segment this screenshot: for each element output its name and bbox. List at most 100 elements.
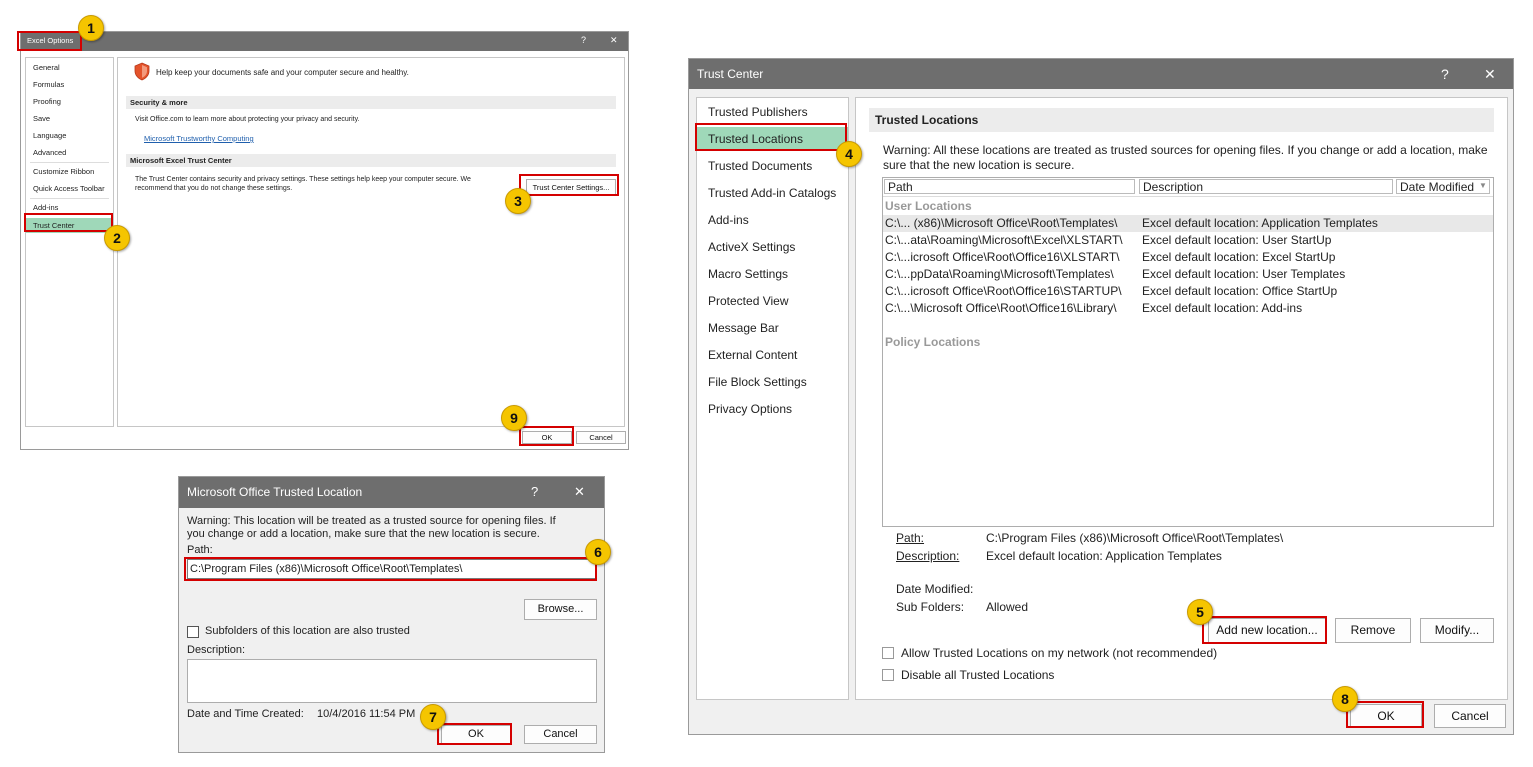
step-badge-7: 7 — [420, 704, 446, 730]
location-path: C:\...\Microsoft Office\Root\Office16\Li… — [885, 301, 1117, 315]
table-row[interactable]: C:\...ata\Roaming\Microsoft\Excel\XLSTAR… — [883, 232, 1493, 249]
path-input[interactable]: C:\Program Files (x86)\Microsoft Office\… — [187, 559, 597, 579]
nav-item-add-ins[interactable]: Add-ins — [697, 210, 848, 230]
header-text: Help keep your documents safe and your c… — [156, 68, 409, 77]
nav-item-external-content[interactable]: External Content — [697, 345, 848, 365]
disable-all-label: Disable all Trusted Locations — [901, 668, 1055, 682]
nav-item-formulas[interactable]: Formulas — [26, 78, 113, 92]
nav-item-save[interactable]: Save — [26, 112, 113, 126]
step-badge-8: 8 — [1332, 686, 1358, 712]
date-created-value: 10/4/2016 11:54 PM — [317, 708, 416, 720]
trust-center-title: Trust Center — [697, 67, 764, 81]
trusted-locations-section-title: Trusted Locations — [869, 108, 1494, 132]
section2-text-line2: recommend that you do not change these s… — [135, 185, 293, 192]
help-icon[interactable]: ? — [581, 35, 586, 45]
sort-dropdown-icon[interactable]: ▼ — [1479, 181, 1487, 190]
excel-options-ok-button[interactable]: OK — [522, 431, 572, 444]
nav-item-trusted-publishers[interactable]: Trusted Publishers — [697, 102, 848, 122]
nav-item-quick-access-toolbar[interactable]: Quick Access Toolbar — [26, 182, 113, 196]
nav-item-trust-center[interactable]: Trust Center — [26, 218, 113, 233]
location-description: Excel default location: Office StartUp — [1142, 284, 1338, 298]
column-header-path[interactable]: Path — [884, 179, 1135, 194]
section-trust-center: Microsoft Excel Trust Center — [126, 154, 616, 167]
nav-item-trusted-locations[interactable]: Trusted Locations — [697, 127, 848, 151]
table-row[interactable]: C:\...icrosoft Office\Root\Office16\XLST… — [883, 249, 1493, 266]
excel-options-nav: General Formulas Proofing Save Language … — [25, 57, 114, 427]
excel-options-titlebar: Excel Options ? ✕ — [21, 32, 628, 51]
allow-network-checkbox[interactable] — [882, 647, 894, 659]
detail-description-value: Excel default location: Application Temp… — [986, 549, 1222, 563]
nav-divider — [30, 162, 109, 163]
detail-sub-folders-value: Allowed — [986, 600, 1029, 614]
trust-center-settings-button[interactable]: Trust Center Settings... — [526, 179, 616, 196]
trust-center-cancel-button[interactable]: Cancel — [1434, 704, 1506, 728]
step-badge-9: 9 — [501, 405, 527, 431]
trust-center-content: Trusted Locations Warning: All these loc… — [855, 97, 1508, 700]
excel-options-cancel-button[interactable]: Cancel — [576, 431, 626, 444]
nav-item-activex-settings[interactable]: ActiveX Settings — [697, 237, 848, 257]
close-icon[interactable]: ✕ — [610, 35, 618, 46]
step-badge-2: 2 — [104, 225, 130, 251]
location-description: Excel default location: Add-ins — [1142, 301, 1303, 315]
column-header-description[interactable]: Description — [1139, 179, 1393, 194]
column-header-date-modified[interactable]: Date Modified — [1396, 179, 1490, 194]
nav-item-file-block-settings[interactable]: File Block Settings — [697, 372, 848, 392]
shield-icon — [134, 62, 150, 81]
location-path: C:\...icrosoft Office\Root\Office16\XLST… — [885, 250, 1120, 264]
step-badge-1: 1 — [78, 15, 104, 41]
section-security-more: Security & more — [126, 96, 616, 109]
nav-item-trusted-add-in-catalogs[interactable]: Trusted Add-in Catalogs — [697, 183, 848, 203]
remove-button[interactable]: Remove — [1335, 618, 1411, 643]
trusted-locations-warning-line1: Warning: All these locations are treated… — [883, 143, 1488, 157]
nav-item-macro-settings[interactable]: Macro Settings — [697, 264, 848, 284]
nav-item-general[interactable]: General — [26, 61, 113, 75]
step-badge-3: 3 — [505, 188, 531, 214]
trustworthy-computing-link[interactable]: Microsoft Trustworthy Computing — [144, 134, 254, 143]
trusted-location-cancel-button[interactable]: Cancel — [524, 725, 597, 744]
description-input[interactable] — [187, 659, 597, 703]
location-description: Excel default location: User Templates — [1142, 267, 1346, 281]
nav-item-protected-view[interactable]: Protected View — [697, 291, 848, 311]
close-icon[interactable]: ✕ — [574, 484, 585, 500]
help-icon[interactable]: ? — [1441, 66, 1449, 82]
trust-center-window: Trust Center ? ✕ Trusted Publishers Trus… — [688, 58, 1514, 735]
detail-sub-folders-label: Sub Folders: — [896, 600, 965, 614]
table-row[interactable]: C:\...\Microsoft Office\Root\Office16\Li… — [883, 300, 1493, 317]
subfolders-checkbox[interactable] — [187, 626, 199, 638]
browse-button[interactable]: Browse... — [524, 599, 597, 620]
table-row[interactable]: C:\...ppData\Roaming\Microsoft\Templates… — [883, 266, 1493, 283]
add-new-location-button[interactable]: Add new location... — [1208, 618, 1326, 643]
path-label: Path: — [187, 544, 213, 556]
nav-item-add-ins[interactable]: Add-ins — [26, 201, 113, 215]
location-description: Excel default location: User StartUp — [1142, 233, 1332, 247]
nav-item-customize-ribbon[interactable]: Customize Ribbon — [26, 165, 113, 179]
detail-description-label: Description: — [896, 549, 960, 563]
allow-network-label: Allow Trusted Locations on my network (n… — [901, 646, 1218, 660]
trusted-location-dialog: Microsoft Office Trusted Location ? ✕ Wa… — [178, 476, 605, 753]
location-path: C:\... (x86)\Microsoft Office\Root\Templ… — [885, 216, 1118, 230]
detail-date-modified-label: Date Modified: — [896, 582, 974, 596]
table-row[interactable]: C:\...icrosoft Office\Root\Office16\STAR… — [883, 283, 1493, 300]
trust-center-ok-button[interactable]: OK — [1350, 704, 1422, 728]
trusted-locations-warning-line2: sure that the new location is secure. — [883, 158, 1075, 172]
nav-item-trusted-documents[interactable]: Trusted Documents — [697, 156, 848, 176]
close-icon[interactable]: ✕ — [1484, 66, 1496, 83]
nav-item-language[interactable]: Language — [26, 129, 113, 143]
disable-all-checkbox[interactable] — [882, 669, 894, 681]
date-created-label: Date and Time Created: — [187, 708, 304, 720]
nav-item-message-bar[interactable]: Message Bar — [697, 318, 848, 338]
nav-item-advanced[interactable]: Advanced — [26, 146, 113, 160]
modify-button[interactable]: Modify... — [1420, 618, 1494, 643]
excel-options-title: Excel Options — [27, 36, 74, 45]
nav-item-privacy-options[interactable]: Privacy Options — [697, 399, 848, 419]
table-row[interactable]: C:\... (x86)\Microsoft Office\Root\Templ… — [883, 215, 1493, 232]
locations-list[interactable]: Path Description Date Modified ▼ User Lo… — [882, 177, 1494, 527]
location-description: Excel default location: Application Temp… — [1142, 216, 1378, 230]
location-path: C:\...ata\Roaming\Microsoft\Excel\XLSTAR… — [885, 233, 1123, 247]
nav-item-proofing[interactable]: Proofing — [26, 95, 113, 109]
help-icon[interactable]: ? — [531, 484, 538, 499]
trusted-location-ok-button[interactable]: OK — [441, 725, 511, 744]
section2-text-line1: The Trust Center contains security and p… — [135, 176, 471, 183]
trusted-location-warning-line1: Warning: This location will be treated a… — [187, 515, 556, 527]
location-path: C:\...icrosoft Office\Root\Office16\STAR… — [885, 284, 1122, 298]
